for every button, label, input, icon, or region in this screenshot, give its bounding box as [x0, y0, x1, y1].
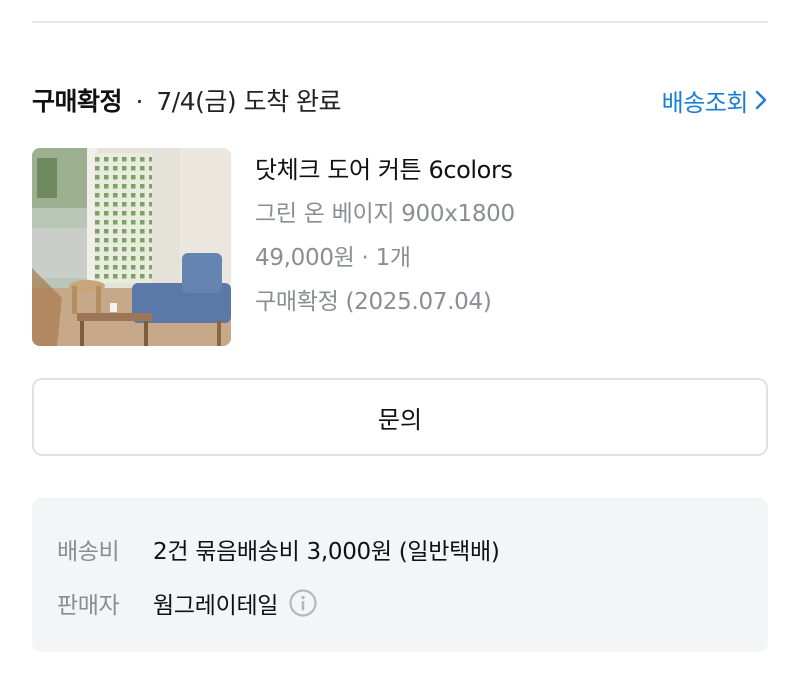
product-price-qty: 49,000원 · 1개	[255, 245, 411, 271]
purchase-confirmation: 구매확정 (2025.07.04)	[255, 289, 492, 315]
seller-label: 판매자	[57, 593, 120, 619]
info-circle-icon[interactable]	[288, 588, 318, 618]
order-header: 구매확정 · 7/4(금) 도착 완료 배송조회	[32, 80, 768, 120]
shipping-fee-value: 2건 묶음배송비 3,000원 (일반택배)	[153, 539, 500, 565]
order-status: 구매확정	[32, 87, 123, 116]
product-name[interactable]: 닷체크 도어 커튼 6colors	[255, 154, 515, 186]
seller-name: 웜그레이테일	[153, 593, 279, 619]
tracking-link-label: 배송조회	[661, 88, 749, 117]
product-item[interactable]: 닷체크 도어 커튼 6colors 그린 온 베이지 900x1800 49,0…	[32, 148, 515, 346]
tracking-link[interactable]: 배송조회	[662, 83, 768, 118]
chevron-right-icon	[755, 90, 767, 110]
seller-row: 판매자 웜그레이테일	[57, 586, 318, 620]
shipping-info-box: 배송비 2건 묶음배송비 3,000원 (일반택배) 판매자 웜그레이테일	[32, 498, 768, 652]
inquiry-button-label: 문의	[377, 405, 423, 434]
inquiry-button[interactable]: 문의	[32, 378, 768, 456]
product-thumbnail[interactable]	[32, 148, 231, 346]
order-status-line: 구매확정 · 7/4(금) 도착 완료	[32, 82, 342, 118]
top-divider	[32, 21, 768, 23]
status-separator: ·	[135, 87, 143, 116]
product-info: 닷체크 도어 커튼 6colors 그린 온 베이지 900x1800 49,0…	[255, 148, 515, 346]
arrival-info: 7/4(금) 도착 완료	[156, 87, 342, 116]
shipping-fee-label: 배송비	[57, 539, 120, 565]
product-option: 그린 온 베이지 900x1800	[255, 201, 515, 227]
shipping-fee-row: 배송비 2건 묶음배송비 3,000원 (일반택배)	[57, 532, 500, 566]
